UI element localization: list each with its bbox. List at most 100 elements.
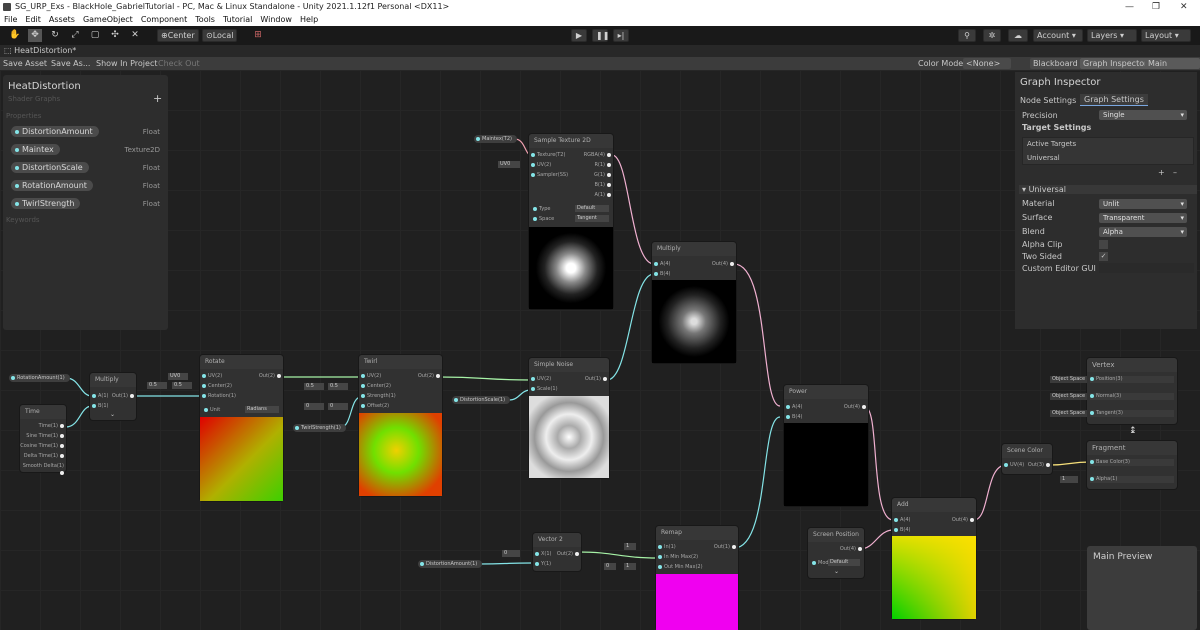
play-button[interactable]: ▶ [571, 29, 587, 42]
time-out[interactable]: Time(1) [39, 423, 64, 430]
vector2-x-field[interactable]: 0 [502, 550, 520, 557]
port-y[interactable]: Y(1) [535, 561, 551, 568]
universal-section[interactable]: ▾ Universal [1019, 185, 1197, 194]
port-g[interactable]: G(1) [594, 172, 611, 179]
port-out[interactable]: Out(1) [714, 544, 736, 551]
maintex-chip[interactable]: Maintex(T2) [474, 135, 517, 143]
menu-component[interactable]: Component [141, 15, 187, 24]
port-uv[interactable]: UV(2) [361, 373, 381, 380]
vertex-position[interactable]: Position(3) [1090, 376, 1174, 383]
property-twirl-strength[interactable]: TwirlStrength [11, 198, 81, 209]
unit-dropdown[interactable]: Radians [245, 406, 279, 413]
port-out-min-max[interactable]: Out Min Max(2) [658, 564, 703, 571]
port-texture[interactable]: Texture(T2) [531, 152, 565, 159]
two-sided-checkbox[interactable]: ✓ [1099, 252, 1108, 261]
property-rotation-amount[interactable]: RotationAmount [11, 180, 93, 191]
port-a[interactable]: A(4) [894, 517, 911, 524]
port-b[interactable]: B(1) [92, 403, 109, 410]
port-in-min-max[interactable]: In Min Max(2) [658, 554, 698, 561]
remap-out-max[interactable]: 1 [624, 563, 636, 570]
property-distortion-scale[interactable]: DistortionScale [11, 162, 89, 173]
property-distortion-amount[interactable]: DistortionAmount [11, 126, 99, 137]
port-b[interactable]: B(4) [786, 414, 803, 421]
add-property-icon[interactable]: + [153, 92, 162, 105]
graph-inspector-toggle[interactable]: Graph Inspector [1080, 58, 1151, 69]
custom-editor-field[interactable] [1099, 263, 1194, 273]
port-uv[interactable]: UV(4) [1004, 462, 1024, 469]
vector2-node[interactable]: Vector 2 X(1) Y(1) Out(2) [533, 533, 581, 571]
port-out[interactable]: Out(1) [112, 393, 134, 400]
port-out[interactable]: Out(2) [557, 551, 579, 558]
port-out[interactable]: Out(2) [259, 373, 281, 380]
smooth-delta-out[interactable]: Smooth Delta(1) [20, 463, 64, 477]
pivot-local-button[interactable]: ⊙Local [202, 29, 238, 42]
sample-texture-node[interactable]: Sample Texture 2D Texture(T2) UV(2) Samp… [529, 134, 613, 309]
twirl-offset-y[interactable]: 0 [328, 403, 348, 410]
port-a[interactable]: A(4) [654, 261, 671, 268]
pause-button[interactable]: ❚❚ [592, 29, 609, 42]
color-mode-dropdown[interactable]: <None> [963, 58, 1011, 69]
port-sampler[interactable]: Sampler(SS) [531, 172, 568, 179]
step-button[interactable]: ▸| [613, 29, 629, 42]
transform-tool-icon[interactable]: ✣ [108, 29, 122, 42]
surface-dropdown[interactable]: Transparent [1099, 213, 1187, 223]
time-node[interactable]: Time Time(1) Sine Time(1) Cosine Time(1)… [20, 405, 66, 472]
grid-snap-icon[interactable]: ⊞ [251, 29, 265, 42]
remove-target-icon[interactable]: – [1173, 168, 1177, 177]
port-rgba[interactable]: RGBA(4) [584, 152, 611, 159]
layers-dropdown[interactable]: Layers ▾ [1087, 29, 1137, 42]
simple-noise-node[interactable]: Simple Noise UV(2) Scale(1) Out(1) [529, 358, 609, 478]
port-a[interactable]: A(1) [92, 393, 109, 400]
expand-icon[interactable]: ⌄ [834, 568, 839, 575]
cosine-time-out[interactable]: Cosine Time(1) [20, 443, 64, 450]
menu-window[interactable]: Window [260, 15, 292, 24]
type-dropdown[interactable]: Default [575, 205, 609, 212]
main-preview-toggle[interactable]: Main Preview [1145, 58, 1200, 79]
port-out[interactable]: Out(4) [840, 546, 862, 553]
port-r[interactable]: R(1) [594, 162, 611, 169]
account-dropdown[interactable]: Account ▾ [1033, 29, 1083, 42]
port-scale[interactable]: Scale(1) [531, 386, 558, 393]
twirl-strength-chip[interactable]: TwirlStrength(1) [293, 424, 346, 432]
fragment-block[interactable]: Fragment Base Color(3) Alpha(1) [1087, 441, 1177, 489]
menu-assets[interactable]: Assets [49, 15, 75, 24]
rotate-node[interactable]: Rotate UV(2) Center(2) Rotation(1) Out(2… [200, 355, 283, 501]
distortion-scale-chip[interactable]: DistortionScale(1) [452, 396, 511, 404]
vertex-tangent[interactable]: Tangent(3) [1090, 410, 1174, 417]
sine-time-out[interactable]: Sine Time(1) [26, 433, 64, 440]
port-out[interactable]: Out(2) [418, 373, 440, 380]
port-uv[interactable]: UV(2) [531, 162, 551, 169]
remap-out-min[interactable]: 0 [604, 563, 616, 570]
sample-uv-field[interactable]: UV0 [498, 161, 520, 168]
port-b[interactable]: B(4) [894, 527, 911, 534]
rotate-uv-field[interactable]: UV0 [168, 373, 188, 380]
alpha-value-field[interactable]: 1 [1060, 476, 1078, 483]
menu-file[interactable]: File [4, 15, 17, 24]
space-dropdown[interactable]: Tangent [575, 215, 609, 222]
custom-tool-icon[interactable]: ✕ [128, 29, 142, 42]
target-universal[interactable]: Universal [1027, 154, 1060, 162]
rotation-amount-chip[interactable]: RotationAmount(1) [9, 374, 70, 382]
twirl-center-y[interactable]: 0.5 [328, 383, 348, 390]
port-out[interactable]: Out(4) [712, 261, 734, 268]
delta-time-out[interactable]: Delta Time(1) [24, 453, 64, 460]
port-out[interactable]: Out(4) [844, 404, 866, 411]
remap-node[interactable]: Remap In(1) In Min Max(2) Out Min Max(2)… [656, 526, 738, 630]
pivot-center-button[interactable]: ⊕Center [157, 29, 199, 42]
expand-icon[interactable]: ⌄ [110, 411, 115, 418]
minimize-button[interactable]: — [1125, 0, 1134, 14]
port-offset[interactable]: Offset(2) [361, 403, 389, 410]
port-strength[interactable]: Strength(1) [361, 393, 396, 400]
twirl-center-x[interactable]: 0.5 [304, 383, 324, 390]
blackboard-toggle[interactable]: Blackboard [1030, 58, 1081, 69]
hand-tool-icon[interactable]: ✋ [8, 29, 22, 42]
vertex-block[interactable]: Vertex Position(3) Normal(3) Tangent(3) [1087, 358, 1177, 424]
port-uv[interactable]: UV(2) [531, 376, 551, 383]
rect-tool-icon[interactable]: ▢ [88, 29, 102, 42]
screen-position-node[interactable]: Screen Position Out(4) Mode Default ⌄ [808, 528, 864, 578]
scene-color-node[interactable]: Scene Color UV(4) Out(3) [1002, 444, 1052, 474]
move-tool-icon[interactable]: ✥ [28, 29, 42, 42]
cloud-icon[interactable]: ☁ [1008, 29, 1028, 42]
scale-tool-icon[interactable]: ⤢ [68, 29, 82, 42]
distortion-amount-chip[interactable]: DistortionAmount(1) [418, 560, 483, 568]
